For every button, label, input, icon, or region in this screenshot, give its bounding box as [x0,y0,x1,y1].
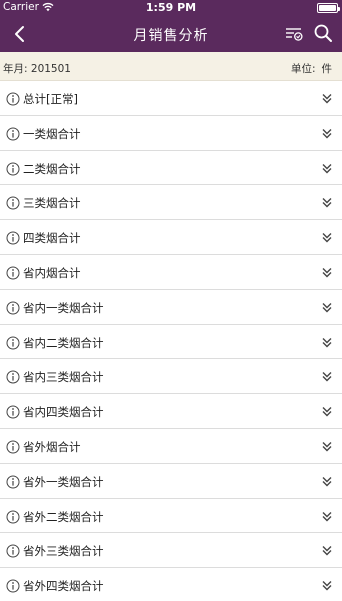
list-item-label: 省外四类烟合计 [23,579,104,594]
double-chevron-down-icon[interactable] [321,336,333,349]
info-circle-icon[interactable] [6,162,20,176]
double-chevron-down-icon[interactable] [321,544,333,557]
info-circle-icon[interactable] [6,544,20,558]
list-item[interactable]: 省外四类烟合计 [0,568,342,601]
list-item[interactable]: 省外一类烟合计 [0,463,342,499]
double-chevron-down-icon[interactable] [321,440,333,453]
info-circle-icon[interactable] [6,336,20,350]
period-info: 年月: 201501 [3,61,71,76]
info-circle-icon[interactable] [6,231,20,245]
info-circle-icon[interactable] [6,266,20,280]
list-item-label: 省外烟合计 [23,439,81,454]
list-item[interactable]: 省内一类烟合计 [0,289,342,325]
list-item[interactable]: 省内四类烟合计 [0,394,342,429]
list-item[interactable]: 省内三类烟合计 [0,359,342,395]
info-circle-icon[interactable] [6,196,20,210]
list-item[interactable]: 二类烟合计 [0,150,342,186]
info-circle-icon[interactable] [6,579,20,593]
list-item-label: 四类烟合计 [23,231,81,246]
double-chevron-down-icon[interactable] [321,510,333,523]
list-item-label: 省内二类烟合计 [23,335,104,350]
double-chevron-down-icon[interactable] [321,405,333,418]
list-item-label: 省内三类烟合计 [23,370,104,385]
info-circle-icon[interactable] [6,510,20,524]
double-chevron-down-icon[interactable] [321,301,333,314]
info-circle-icon[interactable] [6,92,20,106]
status-bar: Carrier 1:59 PM [0,0,342,16]
info-circle-icon[interactable] [6,370,20,384]
list-item-label: 省外三类烟合计 [23,544,104,559]
list-item[interactable]: 总计[正常] [0,81,342,116]
list-item-label: 省外一类烟合计 [23,474,104,489]
double-chevron-down-icon[interactable] [321,162,333,175]
period-value: 201501 [30,63,71,75]
double-chevron-down-icon[interactable] [321,266,333,279]
filter-list-icon[interactable] [284,24,304,44]
info-circle-icon[interactable] [6,440,20,454]
list-item-label: 省外二类烟合计 [23,509,104,524]
category-list: 总计[正常] 一类烟合计二类烟合计三类烟合计四类烟合计省内烟合计省内一类烟合计 省内… [0,81,342,601]
unit-label: 单位: [290,63,316,75]
double-chevron-down-icon[interactable] [321,231,333,244]
list-item[interactable]: 四类烟合计 [0,220,342,255]
list-item[interactable]: 省外三类烟合计 [0,533,342,569]
info-circle-icon[interactable] [6,301,20,315]
search-icon[interactable] [313,23,333,43]
list-item-label: 三类烟合计 [23,196,81,211]
double-chevron-down-icon[interactable] [321,127,333,140]
list-item[interactable]: 一类烟合计 [0,115,342,151]
list-item[interactable]: 省内烟合计 [0,254,342,290]
list-item-label: 二类烟合计 [23,161,81,176]
info-bar: 年月: 201501 单位: 件 [0,52,342,81]
double-chevron-down-icon[interactable] [321,579,333,592]
list-item-label: 省内四类烟合计 [23,405,104,420]
list-item[interactable]: 三类烟合计 [0,185,342,221]
nav-bar: 月销售分析 [0,16,342,52]
list-item[interactable]: 省外烟合计 [0,428,342,464]
list-item[interactable]: 省内二类烟合计 [0,324,342,360]
double-chevron-down-icon[interactable] [321,370,333,383]
list-item-label: 总计[正常] [23,92,78,106]
unit-value: 件 [321,63,333,75]
list-item[interactable]: 省外二类烟合计 [0,498,342,534]
info-circle-icon[interactable] [6,475,20,489]
list-item-label: 一类烟合计 [23,126,81,141]
battery-icon [317,3,340,13]
info-circle-icon[interactable] [6,127,20,141]
double-chevron-down-icon[interactable] [321,92,333,105]
unit-info: 单位: 件 [291,61,332,76]
status-time: 1:59 PM [145,1,197,14]
double-chevron-down-icon[interactable] [321,475,333,488]
info-circle-icon[interactable] [6,405,20,419]
period-label: 年月: [3,63,28,75]
list-item-label: 省内烟合计 [23,265,81,280]
list-item-label: 省内一类烟合计 [23,300,104,315]
double-chevron-down-icon[interactable] [321,196,333,209]
